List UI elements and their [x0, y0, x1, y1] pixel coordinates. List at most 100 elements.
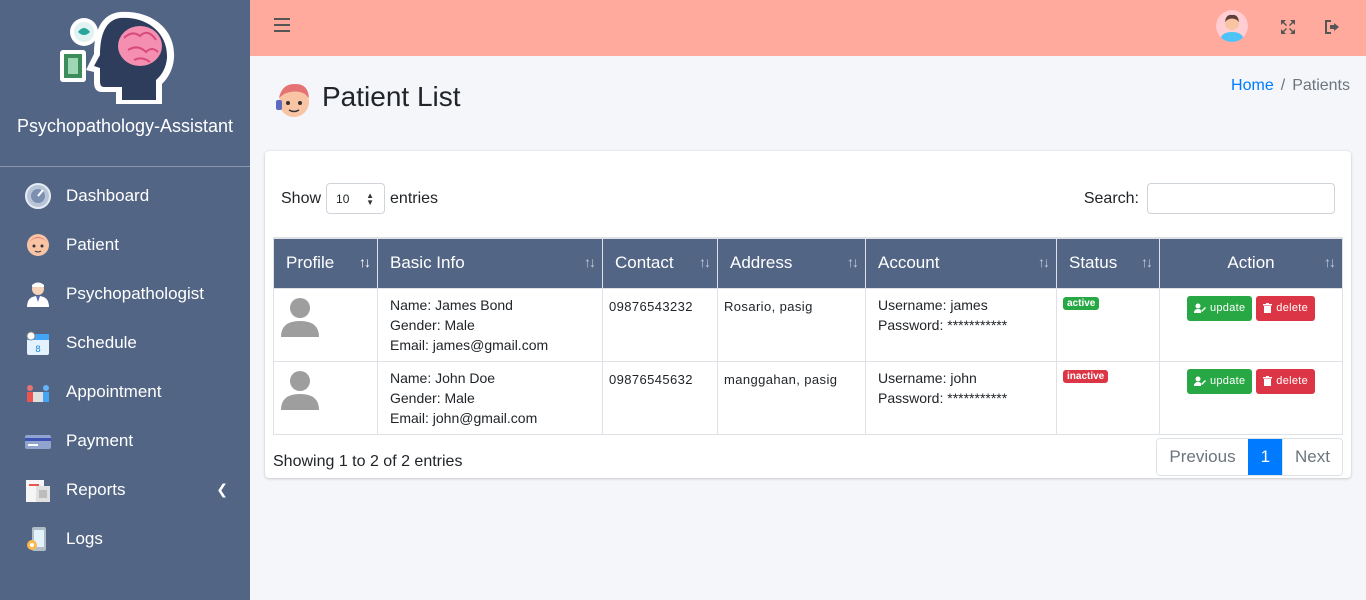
- page-1-button[interactable]: 1: [1247, 439, 1283, 475]
- brand-name: Psychopathology-Assistant: [16, 116, 234, 136]
- profile-cell: [273, 360, 378, 435]
- select-arrows-icon: ▲ ▼: [366, 191, 375, 207]
- expand-icon[interactable]: [1280, 19, 1296, 35]
- sort-icon: ↑↓: [847, 254, 859, 270]
- patient-address: Rosario, pasig: [724, 298, 813, 314]
- user-avatar-icon[interactable]: [1216, 10, 1248, 42]
- patient-email: Email: john@gmail.com: [390, 409, 538, 426]
- column-header-profile[interactable]: Profile ↑↓: [273, 237, 378, 289]
- patient-contact: 09876545632: [609, 371, 693, 387]
- action-cell: update delete: [1159, 360, 1343, 435]
- trash-icon: [1263, 376, 1273, 386]
- column-header-contact[interactable]: Contact ↑↓: [602, 237, 718, 289]
- delete-button[interactable]: delete: [1256, 368, 1316, 394]
- column-label: Address: [730, 253, 793, 273]
- sidebar-item-dashboard[interactable]: Dashboard: [0, 171, 250, 220]
- patient-table-card: Show 10 ▲ ▼ entries Search: Profile ↑↓ Bas…: [265, 151, 1351, 478]
- basic-info-cell: Name: John Doe Gender: Male Email: john@…: [377, 360, 603, 435]
- sidebar-item-label: Reports: [66, 479, 126, 499]
- entries-select-value: 10: [336, 191, 350, 206]
- sort-icon: ↑↓: [1324, 254, 1336, 270]
- appointment-icon: [27, 384, 49, 402]
- patient-header-icon: [276, 83, 309, 117]
- breadcrumb-home-link[interactable]: Home: [1231, 77, 1274, 94]
- address-cell: manggahan, pasig: [717, 360, 866, 435]
- reports-icon: [26, 479, 50, 502]
- breadcrumb: Home / Patients: [1231, 77, 1350, 95]
- delete-button-label: delete: [1276, 302, 1309, 314]
- patient-email: Email: james@gmail.com: [390, 336, 549, 353]
- column-header-basic-info[interactable]: Basic Info ↑↓: [377, 237, 603, 289]
- entries-label: entries: [390, 189, 439, 207]
- entries-length-control: Show 10 ▲ ▼ entries: [281, 183, 438, 214]
- hamburger-icon[interactable]: [274, 18, 290, 34]
- column-header-status[interactable]: Status ↑↓: [1056, 237, 1160, 289]
- account-cell: Username: james Password: ***********: [865, 287, 1057, 362]
- sidebar-item-appointment[interactable]: Appointment: [0, 367, 250, 416]
- status-cell: active: [1056, 287, 1160, 362]
- column-label: Basic Info: [390, 253, 465, 273]
- delete-button-label: delete: [1276, 375, 1309, 387]
- sidebar-item-label: Appointment: [66, 381, 162, 401]
- sort-icon: ↑↓: [359, 254, 371, 270]
- sidebar-item-label: Schedule: [66, 332, 137, 352]
- show-label: Show: [281, 189, 322, 207]
- column-header-address[interactable]: Address ↑↓: [717, 237, 866, 289]
- sidebar-item-label: Psychopathologist: [66, 283, 204, 303]
- sidebar-item-logs[interactable]: Logs: [0, 514, 250, 563]
- sort-icon: ↑↓: [1038, 254, 1050, 270]
- sidebar-item-psychopathologist[interactable]: Psychopathologist: [0, 269, 250, 318]
- previous-page-button[interactable]: Previous: [1157, 439, 1248, 475]
- chevron-left-icon: ❮: [216, 481, 228, 497]
- table-header-row: Profile ↑↓ Basic Info ↑↓ Contact ↑↓ Address…: [273, 237, 1343, 289]
- sidebar-item-label: Payment: [66, 430, 134, 450]
- column-label: Action: [1227, 253, 1275, 273]
- breadcrumb-current: Patients: [1292, 77, 1350, 94]
- patient-table: Profile ↑↓ Basic Info ↑↓ Contact ↑↓ Address…: [273, 237, 1343, 435]
- brand[interactable]: Psychopathology-Assistant: [0, 0, 250, 167]
- sidebar: Psychopathology-Assistant Dashboard Pati…: [0, 0, 250, 600]
- svg-text:8: 8: [35, 345, 41, 355]
- table-row: Name: James Bond Gender: Male Email: jam…: [273, 287, 1343, 362]
- trash-icon: [1263, 303, 1273, 313]
- sidebar-item-reports[interactable]: Reports ❮: [0, 465, 250, 514]
- search-label: Search:: [1083, 189, 1139, 207]
- action-cell: update delete: [1159, 287, 1343, 362]
- profile-placeholder-icon: [281, 370, 319, 410]
- sidebar-item-schedule[interactable]: 8 Schedule: [0, 318, 250, 367]
- dashboard-icon: [25, 182, 51, 209]
- update-button[interactable]: update: [1186, 368, 1253, 394]
- status-cell: inactive: [1056, 360, 1160, 435]
- address-cell: Rosario, pasig: [717, 287, 866, 362]
- user-edit-icon: [1193, 376, 1206, 386]
- update-button[interactable]: update: [1186, 295, 1253, 321]
- column-label: Account: [878, 253, 940, 273]
- column-header-account[interactable]: Account ↑↓: [865, 237, 1057, 289]
- sidebar-item-payment[interactable]: Payment: [0, 416, 250, 465]
- patient-password: Password: ***********: [878, 389, 1008, 406]
- search-input[interactable]: [1147, 183, 1335, 214]
- patient-address: manggahan, pasig: [724, 371, 838, 387]
- sort-icon: ↑↓: [1141, 254, 1153, 270]
- patient-icon: [27, 233, 49, 256]
- contact-cell: 09876543232: [602, 287, 718, 362]
- column-header-action[interactable]: Action ↑↓: [1159, 237, 1343, 289]
- sort-icon: ↑↓: [584, 254, 596, 270]
- sidebar-item-label: Logs: [66, 528, 103, 548]
- profile-cell: [273, 287, 378, 362]
- topbar: [250, 0, 1366, 56]
- basic-info-cell: Name: James Bond Gender: Male Email: jam…: [377, 287, 603, 362]
- entries-select[interactable]: 10 ▲ ▼: [326, 183, 386, 214]
- search-control: Search:: [1084, 183, 1335, 214]
- next-page-button[interactable]: Next: [1282, 439, 1342, 475]
- logout-icon[interactable]: [1325, 19, 1342, 35]
- status-badge: inactive: [1063, 369, 1109, 383]
- delete-button[interactable]: delete: [1256, 295, 1316, 321]
- pagination: Previous 1 Next: [1156, 438, 1343, 476]
- sidebar-item-label: Dashboard: [66, 185, 150, 205]
- sidebar-nav: Dashboard Patient Psychopathologist 8 Sc…: [0, 171, 250, 563]
- column-label: Status: [1069, 253, 1118, 273]
- sidebar-item-patient[interactable]: Patient: [0, 220, 250, 269]
- sidebar-item-label: Patient: [66, 234, 119, 254]
- patient-contact: 09876543232: [609, 298, 693, 314]
